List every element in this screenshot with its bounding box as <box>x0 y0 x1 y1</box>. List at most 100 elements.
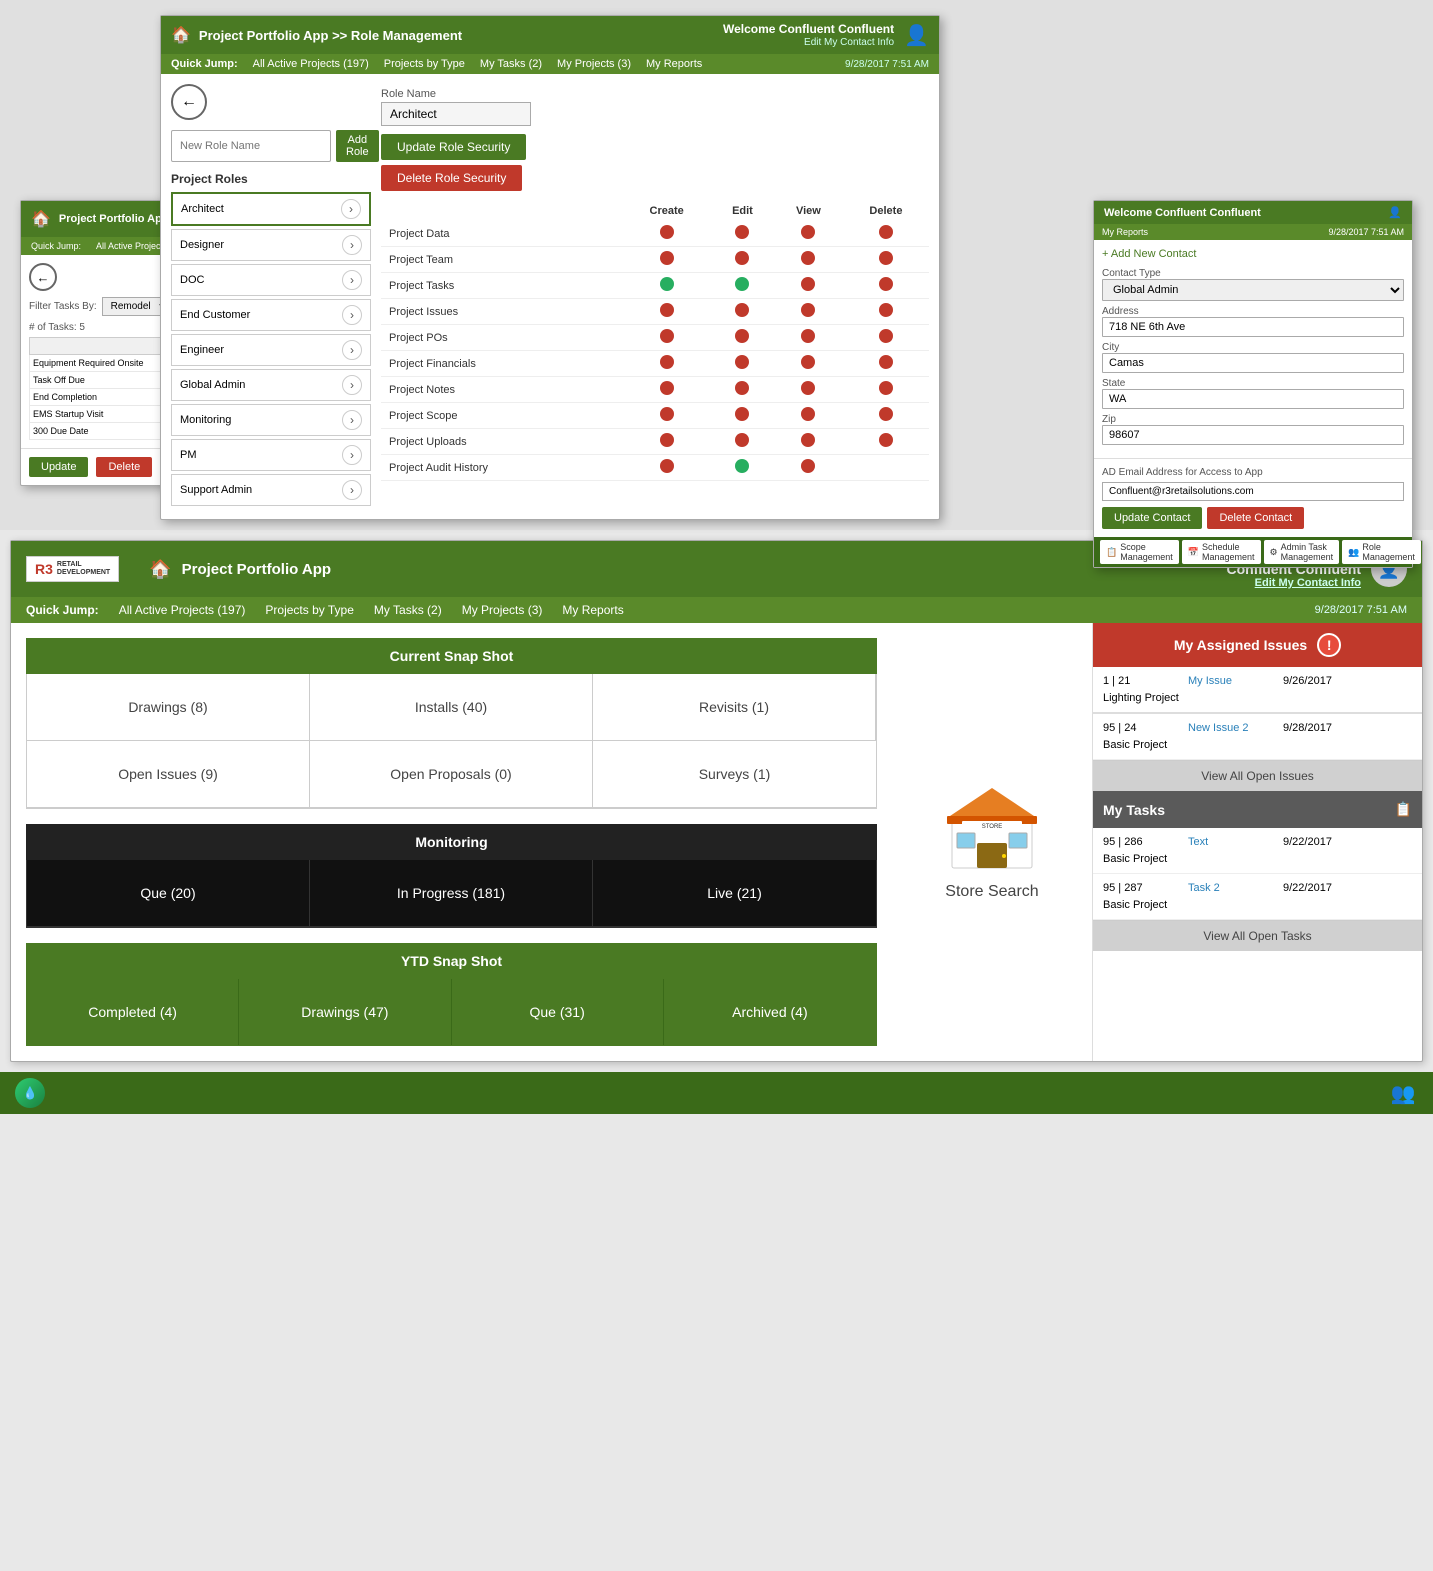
role-item-globaladmin[interactable]: Global Admin › <box>171 369 371 401</box>
permissions-table: Create Edit View Delete Project Data <box>381 201 929 481</box>
role-management-window: 🏠 Project Portfolio App >> Role Manageme… <box>160 15 940 520</box>
completed-cell[interactable]: Completed (4) <box>27 979 239 1045</box>
tab-scope-management[interactable]: 📋 Scope Management <box>1100 540 1179 564</box>
delete-role-security-button[interactable]: Delete Role Security <box>381 165 522 191</box>
assigned-issues-title: My Assigned Issues <box>1174 637 1307 653</box>
que-cell[interactable]: Que (20) <box>27 860 310 927</box>
task-link-1[interactable]: Text <box>1188 836 1278 848</box>
role-item-engineer[interactable]: Engineer › <box>171 334 371 366</box>
open-issues-cell[interactable]: Open Issues (9) <box>27 741 310 808</box>
role-item-architect[interactable]: Architect › <box>171 192 371 226</box>
email-input[interactable] <box>1102 482 1404 501</box>
que-ytd-cell[interactable]: Que (31) <box>452 979 664 1045</box>
task-project-2: Basic Project <box>1103 899 1183 911</box>
new-role-input[interactable] <box>171 130 331 162</box>
role-name: Support Admin <box>180 484 252 496</box>
task-link-2[interactable]: Task 2 <box>1188 882 1278 894</box>
city-input[interactable] <box>1102 353 1404 373</box>
contacts-welcome: Welcome Confluent Confluent <box>1104 207 1261 219</box>
role-icon: 👥 <box>1348 547 1359 558</box>
issue-link-2[interactable]: New Issue 2 <box>1188 722 1278 734</box>
home-icon-tasks[interactable]: 🏠 <box>31 209 51 229</box>
store-search-icon[interactable]: STORE <box>942 783 1042 873</box>
main-dashboard-window: R3 RETAILDEVELOPMENT 🏠 Project Portfolio… <box>10 540 1423 1062</box>
contacts-timestamp: 9/28/2017 7:51 AM <box>1328 227 1404 237</box>
tab-admin-task-management[interactable]: ⚙ Admin Task Management <box>1264 540 1340 564</box>
open-proposals-cell[interactable]: Open Proposals (0) <box>310 741 593 808</box>
edit-contact-link[interactable]: Edit My Contact Info <box>1226 577 1361 589</box>
col-edit: Edit <box>711 201 774 221</box>
store-search-label[interactable]: Store Search <box>945 883 1038 901</box>
tab-schedule-management[interactable]: 📅 Schedule Management <box>1182 540 1261 564</box>
ytd-snap-shot-header: YTD Snap Shot <box>26 943 877 979</box>
role-item-doc[interactable]: DOC › <box>171 264 371 296</box>
contacts-my-reports[interactable]: My Reports <box>1102 227 1148 237</box>
tasks-delete-button[interactable]: Delete <box>96 457 152 477</box>
surveys-cell[interactable]: Surveys (1) <box>593 741 876 808</box>
nav-all-projects[interactable]: All Active Projects (197) <box>253 58 369 70</box>
contact-type-select[interactable]: Global Admin <box>1102 279 1404 301</box>
drawings-ytd-cell[interactable]: Drawings (47) <box>239 979 451 1045</box>
nav-my-tasks[interactable]: My Tasks (2) <box>374 603 442 617</box>
nav-my-tasks[interactable]: My Tasks (2) <box>480 58 542 70</box>
state-input[interactable] <box>1102 389 1404 409</box>
perm-row-project-financials: Project Financials <box>381 351 929 377</box>
nav-all-projects[interactable]: All Active Projects (197) <box>119 603 246 617</box>
dashboard-content: Current Snap Shot Drawings (8) Installs … <box>11 623 1422 1061</box>
add-contact-row[interactable]: + Add New Contact <box>1102 248 1404 260</box>
edit-contact-link[interactable]: Edit My Contact Info <box>804 37 894 48</box>
installs-cell[interactable]: Installs (40) <box>310 674 593 741</box>
in-progress-cell[interactable]: In Progress (181) <box>310 860 593 927</box>
dashboard-home-icon[interactable]: 🏠 <box>149 559 171 580</box>
nav-my-projects[interactable]: My Projects (3) <box>557 58 631 70</box>
chevron-icon: › <box>341 199 361 219</box>
issue-link-1[interactable]: My Issue <box>1188 675 1278 687</box>
role-item-monitoring[interactable]: Monitoring › <box>171 404 371 436</box>
back-button[interactable]: ← <box>171 84 207 120</box>
footer-user-icon[interactable]: 👥 <box>1388 1078 1418 1108</box>
live-cell[interactable]: Live (21) <box>593 860 876 927</box>
footer-logo: 💧 <box>15 1078 45 1108</box>
nav-my-reports[interactable]: My Reports <box>646 58 702 70</box>
view-all-tasks-btn[interactable]: View All Open Tasks <box>1093 920 1422 951</box>
update-role-security-button[interactable]: Update Role Security <box>381 134 526 160</box>
role-name: Engineer <box>180 344 224 356</box>
home-icon[interactable]: 🏠 <box>171 25 191 45</box>
role-item-designer[interactable]: Designer › <box>171 229 371 261</box>
add-role-button[interactable]: Add Role <box>336 130 379 162</box>
task-date-1: 9/22/2017 <box>1283 836 1412 848</box>
role-form: Role Name Update Role Security Delete Ro… <box>381 84 929 191</box>
role-item-pm[interactable]: PM › <box>171 439 371 471</box>
issue-id-1: 1 | 21 <box>1103 675 1183 687</box>
nav-projects-by-type[interactable]: Projects by Type <box>384 58 465 70</box>
view-all-issues-btn[interactable]: View All Open Issues <box>1093 760 1422 791</box>
window-header: 🏠 Project Portfolio App >> Role Manageme… <box>161 16 939 54</box>
warning-badge: ! <box>1317 633 1341 657</box>
nav-projects-by-type[interactable]: Projects by Type <box>265 603 354 617</box>
contacts-body: + Add New Contact Contact Type Global Ad… <box>1094 240 1412 458</box>
role-item-supportadmin[interactable]: Support Admin › <box>171 474 371 506</box>
update-contact-button[interactable]: Update Contact <box>1102 507 1202 529</box>
nav-my-projects[interactable]: My Projects (3) <box>462 603 543 617</box>
my-tasks-title: My Tasks <box>1103 802 1165 818</box>
drawings-cell[interactable]: Drawings (8) <box>27 674 310 741</box>
col-create: Create <box>622 201 711 221</box>
revisits-cell[interactable]: Revisits (1) <box>593 674 876 741</box>
schedule-icon: 📅 <box>1188 547 1199 558</box>
tab-role-management[interactable]: 👥 Role Management <box>1342 540 1421 564</box>
nav-bar: Quick Jump: All Active Projects (197) Pr… <box>161 54 939 74</box>
tasks-update-button[interactable]: Update <box>29 457 88 477</box>
tasks-back-button[interactable]: ← <box>29 263 57 291</box>
address-input[interactable] <box>1102 317 1404 337</box>
perm-row-project-issues: Project Issues <box>381 299 929 325</box>
dashboard-nav: Quick Jump: All Active Projects (197) Pr… <box>11 597 1422 623</box>
monitoring-header: Monitoring <box>26 824 877 860</box>
delete-contact-button[interactable]: Delete Contact <box>1207 507 1304 529</box>
issue-project-2: Basic Project <box>1103 739 1183 751</box>
zip-input[interactable] <box>1102 425 1404 445</box>
nav-my-reports[interactable]: My Reports <box>562 603 623 617</box>
archived-cell[interactable]: Archived (4) <box>664 979 876 1045</box>
role-item-endcustomer[interactable]: End Customer › <box>171 299 371 331</box>
task-row-2: 95 | 287 Task 2 9/22/2017 Basic Project <box>1093 874 1422 920</box>
role-name-field[interactable] <box>381 102 531 126</box>
